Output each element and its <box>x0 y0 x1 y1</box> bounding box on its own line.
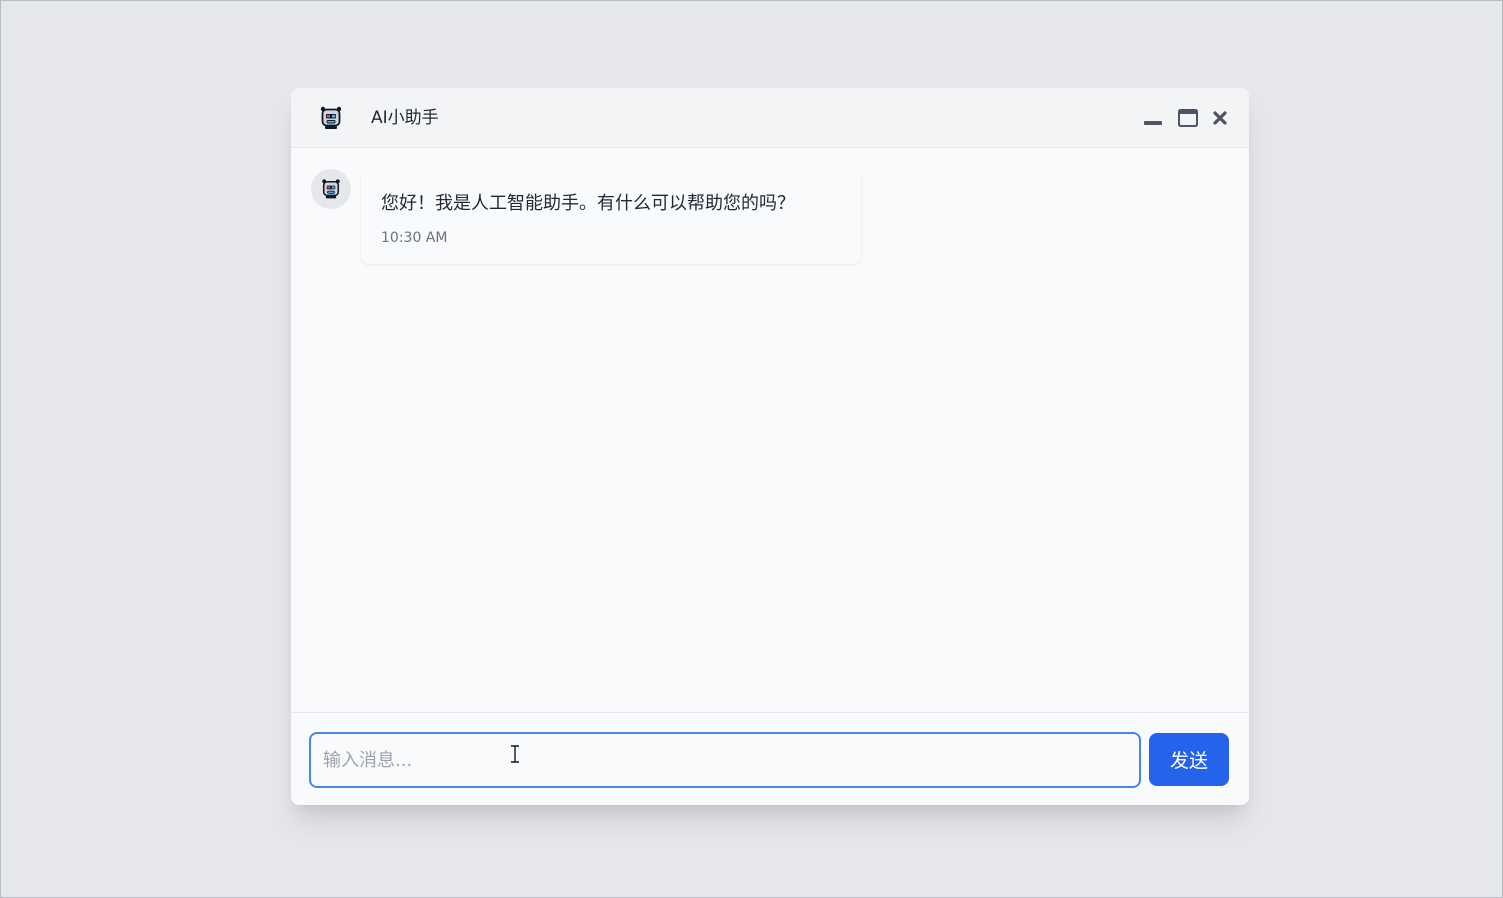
minimize-icon[interactable] <box>1142 108 1164 130</box>
close-icon[interactable] <box>1210 108 1232 130</box>
desktop-background: AI小助手 您好！我是人工智能助手。有什么可以帮助您的吗？ 10:30 AM 输… <box>0 0 1503 898</box>
message-text: 您好！我是人工智能助手。有什么可以帮助您的吗？ <box>381 193 795 214</box>
robot-icon <box>322 179 340 199</box>
message-list[interactable]: 您好！我是人工智能助手。有什么可以帮助您的吗？ 10:30 AM <box>291 148 1249 712</box>
avatar <box>311 169 351 209</box>
message-composer: 发送 <box>291 712 1249 805</box>
message-timestamp: 10:30 AM <box>381 230 448 246</box>
window-title: AI小助手 <box>371 108 439 128</box>
maximize-icon[interactable] <box>1177 108 1199 130</box>
send-button[interactable]: 发送 <box>1149 733 1229 786</box>
robot-icon <box>317 104 345 132</box>
message-input[interactable] <box>309 732 1141 788</box>
assistant-message-bubble: 您好！我是人工智能助手。有什么可以帮助您的吗？ 10:30 AM <box>361 167 861 264</box>
chat-window: AI小助手 您好！我是人工智能助手。有什么可以帮助您的吗？ 10:30 AM 输… <box>291 88 1249 805</box>
window-header[interactable]: AI小助手 <box>291 88 1249 148</box>
